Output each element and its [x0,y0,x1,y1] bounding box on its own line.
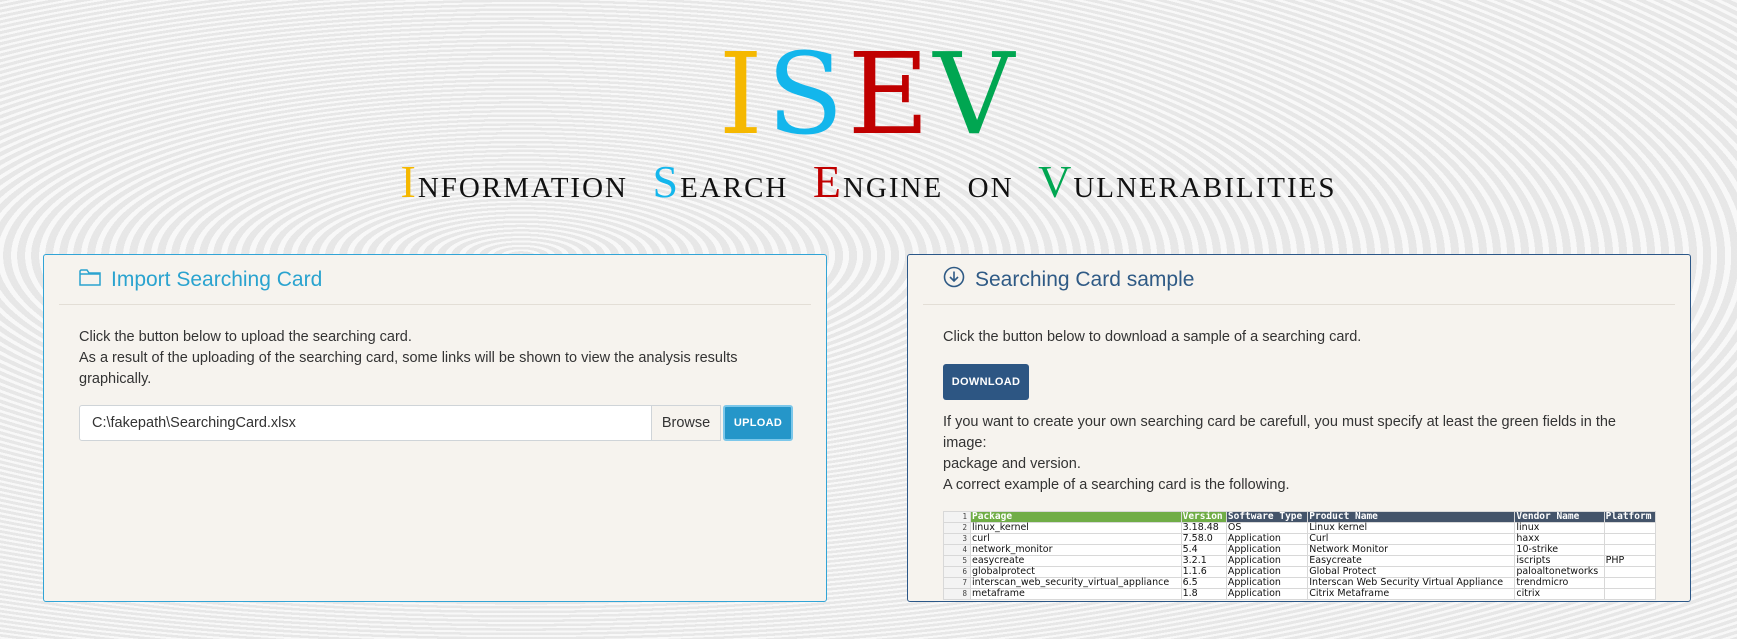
file-path-input[interactable]: C:\fakepath\SearchingCard.xlsx [79,405,652,441]
table-header-cell: Software Type [1225,511,1309,523]
import-card-body: Click the button below to upload the sea… [44,305,826,441]
sample-card-header: Searching Card sample [923,255,1675,305]
sample-table-image: 1 Package Version Software Type Product … [943,511,1657,600]
sample-note-line2: package and version. [943,456,1081,472]
import-card: Import Searching Card Click the button b… [43,254,827,602]
table-header-cell: Vendor Name [1514,511,1605,523]
tagline-word: Search [652,156,789,207]
browse-button[interactable]: Browse [652,405,721,441]
table-row: 7 interscan_web_security_virtual_applian… [943,577,1657,589]
tagline-word: Vulnerabilities [1038,156,1337,207]
sample-note-line3: A correct example of a searching card is… [943,477,1290,493]
upload-button[interactable]: UPLOAD [723,405,793,441]
upload-row: C:\fakepath\SearchingCard.xlsx Browse UP… [79,405,793,441]
table-row: 5 easycreate 3.2.1 Application Easycreat… [943,555,1657,567]
logo-letter-v: V [933,30,1019,160]
sample-card-title: Searching Card sample [975,267,1195,291]
logo-letter-i: I [718,30,767,160]
import-instructions-line1: Click the button below to upload the sea… [79,329,412,345]
sample-card: Searching Card sample Click the button b… [907,254,1691,602]
table-row: 6 globalprotect 1.1.6 Application Global… [943,566,1657,578]
table-header-cell: Product Name [1307,511,1516,523]
download-button[interactable]: DOWNLOAD [943,364,1029,400]
logo-letter-e: E [847,30,934,160]
import-instructions-line2: As a result of the uploading of the sear… [79,350,738,387]
table-row: 3 curl 7.58.0 Application Curl haxx [943,533,1657,545]
logo: ISEV [0,39,1737,151]
tagline: Information Search Engine on Vulnerabili… [0,156,1737,207]
table-header-row: 1 Package Version Software Type Product … [943,511,1657,523]
table-row: 4 network_monitor 5.4 Application Networ… [943,544,1657,556]
import-card-title: Import Searching Card [111,267,323,291]
import-card-header: Import Searching Card [59,255,811,305]
table-row: 2 linux_kernel 3.18.48 OS Linux kernel l… [943,522,1657,534]
tagline-word: on [967,161,1014,207]
download-circle-icon [943,266,965,293]
table-header-cell: Package [970,511,1182,523]
table-row: 8 metaframe 1.8 Application Citrix Metaf… [943,588,1657,600]
tagline-word: Information [400,156,628,207]
sample-note-line1: If you want to create your own searching… [943,414,1616,451]
sample-card-body: Click the button below to download a sam… [908,305,1690,600]
table-header-cell: Platform [1603,511,1657,523]
folder-icon [79,268,101,291]
download-instructions: Click the button below to download a sam… [943,329,1362,345]
tagline-word: Engine [812,156,944,207]
logo-letter-s: S [766,30,848,160]
table-header-cell: Version [1180,511,1227,523]
